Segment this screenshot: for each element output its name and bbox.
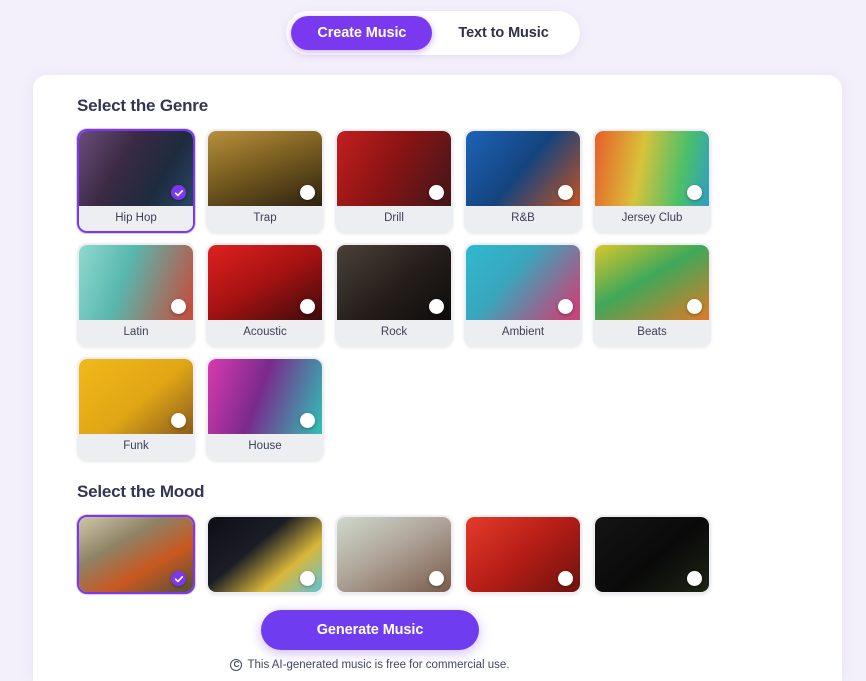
genre-card[interactable]: Trap — [206, 129, 324, 233]
genre-card[interactable]: Funk — [77, 357, 195, 461]
mood-option-grid — [77, 515, 820, 594]
mood-thumbnail — [208, 517, 322, 592]
genre-thumbnail — [337, 245, 451, 320]
mood-card[interactable] — [206, 515, 324, 594]
genre-card-label: Hip Hop — [79, 206, 193, 231]
genre-card-label: Jersey Club — [595, 206, 709, 231]
bottom-action-bar: Generate Music C This AI-generated music… — [43, 600, 697, 681]
footer-note-text: This AI-generated music is free for comm… — [247, 659, 510, 671]
mood-thumbnail — [337, 517, 451, 592]
selected-check-icon[interactable] — [171, 571, 186, 586]
genre-card-label: Beats — [595, 320, 709, 345]
generate-music-button[interactable]: Generate Music — [260, 610, 480, 650]
genre-thumbnail — [208, 131, 322, 206]
genre-card[interactable]: R&B — [464, 129, 582, 233]
genre-card[interactable]: Drill — [335, 129, 453, 233]
mood-card[interactable] — [77, 515, 195, 594]
genre-thumbnail — [337, 131, 451, 206]
radio-circle-icon[interactable] — [558, 185, 573, 200]
genre-thumbnail — [79, 245, 193, 320]
radio-circle-icon[interactable] — [429, 571, 444, 586]
genre-card-label: Drill — [337, 206, 451, 231]
genre-card-label: House — [208, 434, 322, 459]
radio-circle-icon[interactable] — [300, 299, 315, 314]
genre-card-label: Ambient — [466, 320, 580, 345]
genre-thumbnail — [208, 245, 322, 320]
mood-thumbnail — [466, 517, 580, 592]
mood-card[interactable] — [464, 515, 582, 594]
radio-circle-icon[interactable] — [171, 413, 186, 428]
copyright-icon: C — [230, 659, 243, 671]
genre-card[interactable]: Latin — [77, 243, 195, 347]
mood-thumbnail — [595, 517, 709, 592]
genre-thumbnail — [79, 359, 193, 434]
mood-card[interactable] — [593, 515, 711, 594]
radio-circle-icon[interactable] — [429, 299, 444, 314]
genre-card-label: Latin — [79, 320, 193, 345]
genre-card-label: Rock — [337, 320, 451, 345]
mood-section-title: Select the Mood — [77, 482, 205, 501]
genre-thumbnail — [595, 131, 709, 206]
tab-switcher-container: Create Music Text to Music — [0, 0, 866, 75]
genre-card[interactable]: House — [206, 357, 324, 461]
radio-circle-icon[interactable] — [558, 571, 573, 586]
radio-circle-icon[interactable] — [687, 185, 702, 200]
radio-circle-icon[interactable] — [558, 299, 573, 314]
genre-thumbnail — [466, 131, 580, 206]
genre-card-label: Acoustic — [208, 320, 322, 345]
genre-card-label: Funk — [79, 434, 193, 459]
radio-circle-icon[interactable] — [687, 299, 702, 314]
content-panel: Select the Genre Hip Hop Trap Drill R&B Jers… — [33, 75, 842, 681]
genre-thumbnail — [595, 245, 709, 320]
genre-card[interactable]: Jersey Club — [593, 129, 711, 233]
genre-card[interactable]: Acoustic — [206, 243, 324, 347]
radio-circle-icon[interactable] — [300, 413, 315, 428]
mood-card[interactable] — [335, 515, 453, 594]
radio-circle-icon[interactable] — [429, 185, 444, 200]
tab-create-music[interactable]: Create Music — [291, 16, 433, 50]
genre-section-title: Select the Genre — [77, 96, 208, 115]
radio-circle-icon[interactable] — [300, 571, 315, 586]
genre-card[interactable]: Hip Hop — [77, 129, 195, 233]
tab-switcher: Create Music Text to Music — [286, 11, 580, 55]
radio-circle-icon[interactable] — [171, 299, 186, 314]
mood-thumbnail — [79, 517, 193, 592]
radio-circle-icon[interactable] — [687, 571, 702, 586]
genre-card[interactable]: Rock — [335, 243, 453, 347]
selected-check-icon[interactable] — [171, 185, 186, 200]
genre-card-label: R&B — [466, 206, 580, 231]
footer-note: C This AI-generated music is free for co… — [230, 659, 510, 671]
genre-thumbnail — [466, 245, 580, 320]
genre-card[interactable]: Ambient — [464, 243, 582, 347]
genre-card[interactable]: Beats — [593, 243, 711, 347]
radio-circle-icon[interactable] — [300, 185, 315, 200]
genre-card-label: Trap — [208, 206, 322, 231]
tab-text-to-music[interactable]: Text to Music — [432, 16, 574, 50]
genre-thumbnail — [208, 359, 322, 434]
genre-option-grid: Hip Hop Trap Drill R&B Jersey Club Latin Acous… — [77, 129, 820, 461]
genre-thumbnail — [79, 131, 193, 206]
